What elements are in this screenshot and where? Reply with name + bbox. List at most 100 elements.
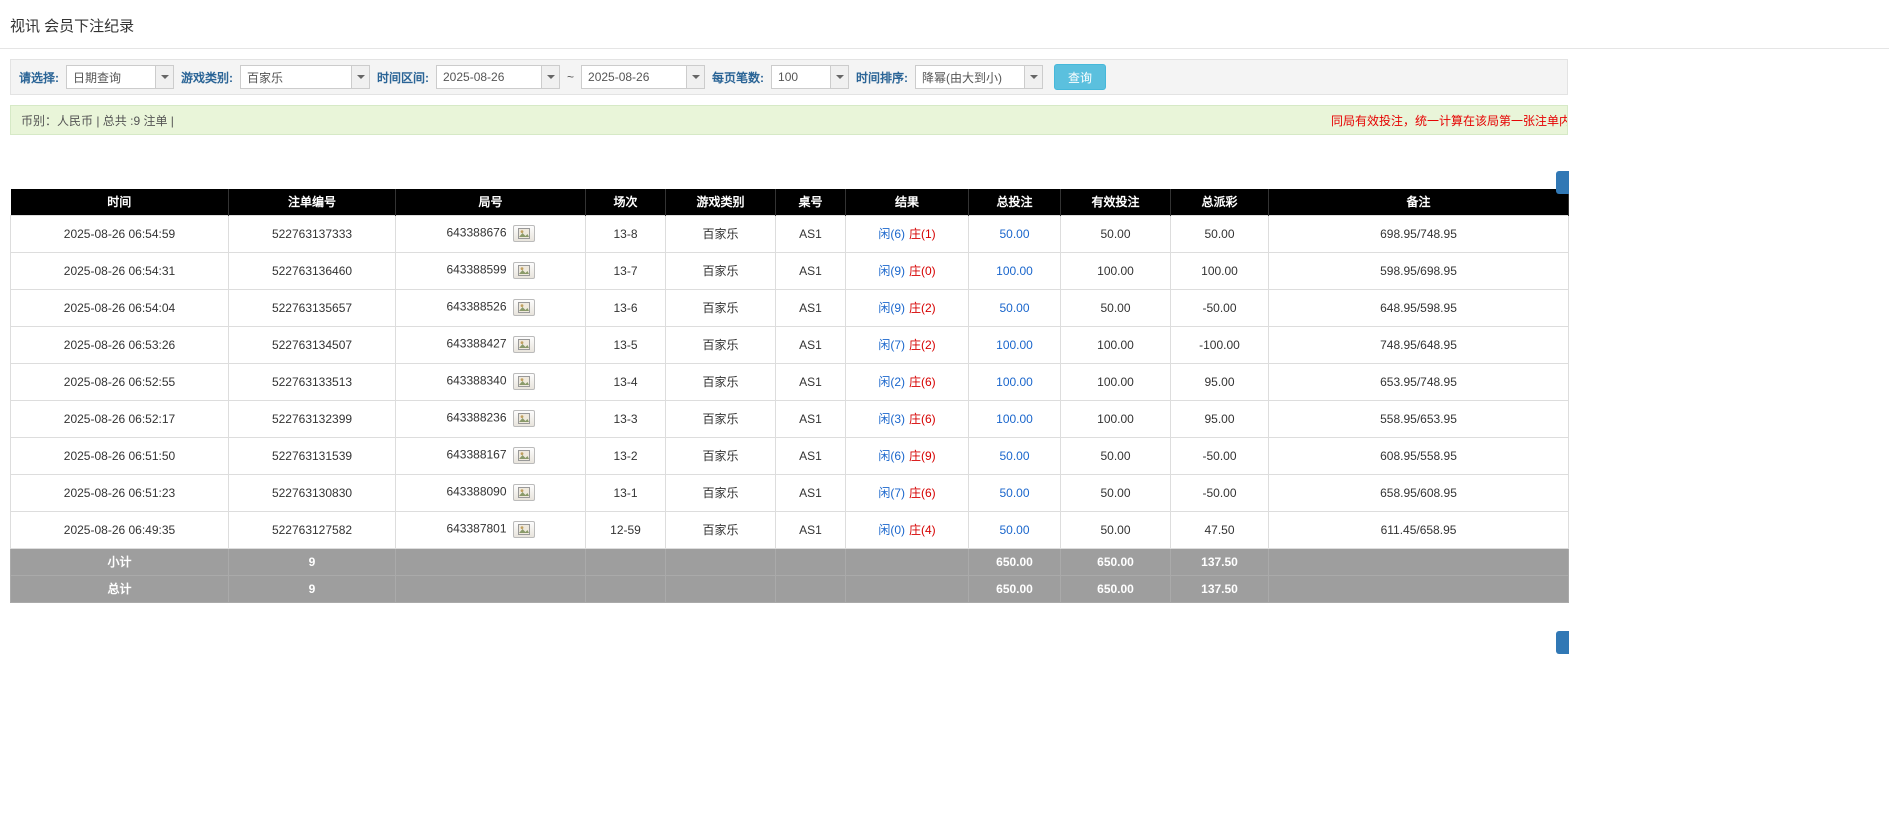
round-id-text: 643388167 — [446, 448, 506, 462]
date-from-input[interactable] — [437, 66, 541, 88]
date-to-picker[interactable] — [581, 65, 705, 89]
sort-order-input[interactable] — [916, 66, 1024, 88]
cell-round-id: 643388676 — [396, 215, 586, 252]
total-bet-link[interactable]: 50.00 — [999, 486, 1029, 500]
cell-time: 2025-08-26 06:51:23 — [11, 474, 229, 511]
cell-bet-id: 522763131539 — [229, 437, 396, 474]
player-result-text: 闲(9) — [878, 264, 905, 278]
banker-result-text: 庄(6) — [909, 412, 936, 426]
game-type-input[interactable] — [241, 66, 351, 88]
cell-session: 13-8 — [586, 215, 666, 252]
cell-session: 13-5 — [586, 326, 666, 363]
title-bar: 视讯 会员下注纪录 — [0, 0, 1889, 49]
replay-icon-button[interactable] — [513, 521, 535, 538]
page-size-input[interactable] — [772, 66, 830, 88]
date-to-input[interactable] — [582, 66, 686, 88]
player-result-text: 闲(9) — [878, 301, 905, 315]
replay-icon-button[interactable] — [513, 447, 535, 464]
date-from-arrow-button[interactable] — [541, 66, 559, 88]
cell-payout: -50.00 — [1171, 289, 1269, 326]
cell-table-no: AS1 — [776, 215, 846, 252]
query-type-arrow-button[interactable] — [155, 66, 173, 88]
cell-total-bet: 50.00 — [969, 289, 1061, 326]
cell-empty — [396, 548, 586, 575]
sort-order-arrow-button[interactable] — [1024, 66, 1042, 88]
chevron-down-icon — [547, 75, 555, 79]
cell-result: 闲(9)庄(2) — [846, 289, 969, 326]
game-type-dropdown[interactable] — [240, 65, 370, 89]
partial-button-top[interactable] — [1556, 171, 1569, 194]
replay-icon-button[interactable] — [513, 484, 535, 501]
subtotal-count: 9 — [229, 548, 396, 575]
picture-icon — [518, 376, 530, 387]
query-type-input[interactable] — [67, 66, 155, 88]
cell-time: 2025-08-26 06:54:04 — [11, 289, 229, 326]
cell-result: 闲(6)庄(9) — [846, 437, 969, 474]
date-to-arrow-button[interactable] — [686, 66, 704, 88]
table-row: 2025-08-26 06:52:17 522763132399 6433882… — [11, 400, 1569, 437]
total-bet-link[interactable]: 50.00 — [999, 301, 1029, 315]
replay-icon-button[interactable] — [513, 262, 535, 279]
cell-empty — [396, 575, 586, 602]
cell-table-no: AS1 — [776, 511, 846, 548]
total-bet-link[interactable]: 100.00 — [996, 264, 1033, 278]
cell-payout: 100.00 — [1171, 252, 1269, 289]
cell-empty — [776, 575, 846, 602]
partial-button-bottom[interactable] — [1556, 631, 1569, 654]
banker-result-text: 庄(4) — [909, 523, 936, 537]
replay-icon-button[interactable] — [513, 336, 535, 353]
chevron-down-icon — [357, 75, 365, 79]
total-bet-link[interactable]: 50.00 — [999, 449, 1029, 463]
currency-total-text: 币别：人民币 | 总共 :9 注单 | — [21, 112, 174, 129]
total-bet-link[interactable]: 100.00 — [996, 338, 1033, 352]
player-result-text: 闲(6) — [878, 227, 905, 241]
column-header: 有效投注 — [1061, 189, 1171, 215]
total-bet-link[interactable]: 50.00 — [999, 227, 1029, 241]
cell-total-bet: 100.00 — [969, 252, 1061, 289]
banker-result-text: 庄(2) — [909, 338, 936, 352]
replay-icon-button[interactable] — [513, 299, 535, 316]
replay-icon-button[interactable] — [513, 410, 535, 427]
cell-session: 12-59 — [586, 511, 666, 548]
cell-empty — [846, 575, 969, 602]
search-button[interactable]: 查询 — [1054, 64, 1106, 90]
total-bet-link[interactable]: 100.00 — [996, 412, 1033, 426]
picture-icon — [518, 228, 530, 239]
round-id-text: 643387801 — [446, 522, 506, 536]
cell-table-no: AS1 — [776, 400, 846, 437]
cell-remark: 611.45/658.95 — [1269, 511, 1569, 548]
column-header: 局号 — [396, 189, 586, 215]
replay-icon-button[interactable] — [513, 225, 535, 242]
date-range-label: 时间区间: — [377, 69, 429, 86]
banker-result-text: 庄(9) — [909, 449, 936, 463]
total-bet-link[interactable]: 50.00 — [999, 523, 1029, 537]
cell-game-type: 百家乐 — [666, 252, 776, 289]
cell-bet-id: 522763136460 — [229, 252, 396, 289]
page-size-arrow-button[interactable] — [830, 66, 848, 88]
column-header: 场次 — [586, 189, 666, 215]
sort-order-dropdown[interactable] — [915, 65, 1043, 89]
valid-bet-note-text: 同局有效投注，统一计算在该局第一张注单内 — [1331, 112, 1568, 129]
date-from-picker[interactable] — [436, 65, 560, 89]
round-id-text: 643388599 — [446, 263, 506, 277]
subtotal-row: 小计 9 650.00 650.00 137.50 — [11, 548, 1569, 575]
cell-remark: 748.95/648.95 — [1269, 326, 1569, 363]
cell-round-id: 643388236 — [396, 400, 586, 437]
cell-empty — [586, 575, 666, 602]
cell-remark: 648.95/598.95 — [1269, 289, 1569, 326]
cell-valid-bet: 100.00 — [1061, 400, 1171, 437]
round-id-text: 643388427 — [446, 337, 506, 351]
cell-result: 闲(7)庄(2) — [846, 326, 969, 363]
page-size-dropdown[interactable] — [771, 65, 849, 89]
total-bet-link[interactable]: 100.00 — [996, 375, 1033, 389]
column-header: 总投注 — [969, 189, 1061, 215]
cell-result: 闲(3)庄(6) — [846, 400, 969, 437]
cell-bet-id: 522763130830 — [229, 474, 396, 511]
query-type-dropdown[interactable] — [66, 65, 174, 89]
banker-result-text: 庄(1) — [909, 227, 936, 241]
game-type-arrow-button[interactable] — [351, 66, 369, 88]
total-label: 总计 — [11, 575, 229, 602]
round-id-text: 643388676 — [446, 226, 506, 240]
replay-icon-button[interactable] — [513, 373, 535, 390]
cell-empty — [666, 548, 776, 575]
